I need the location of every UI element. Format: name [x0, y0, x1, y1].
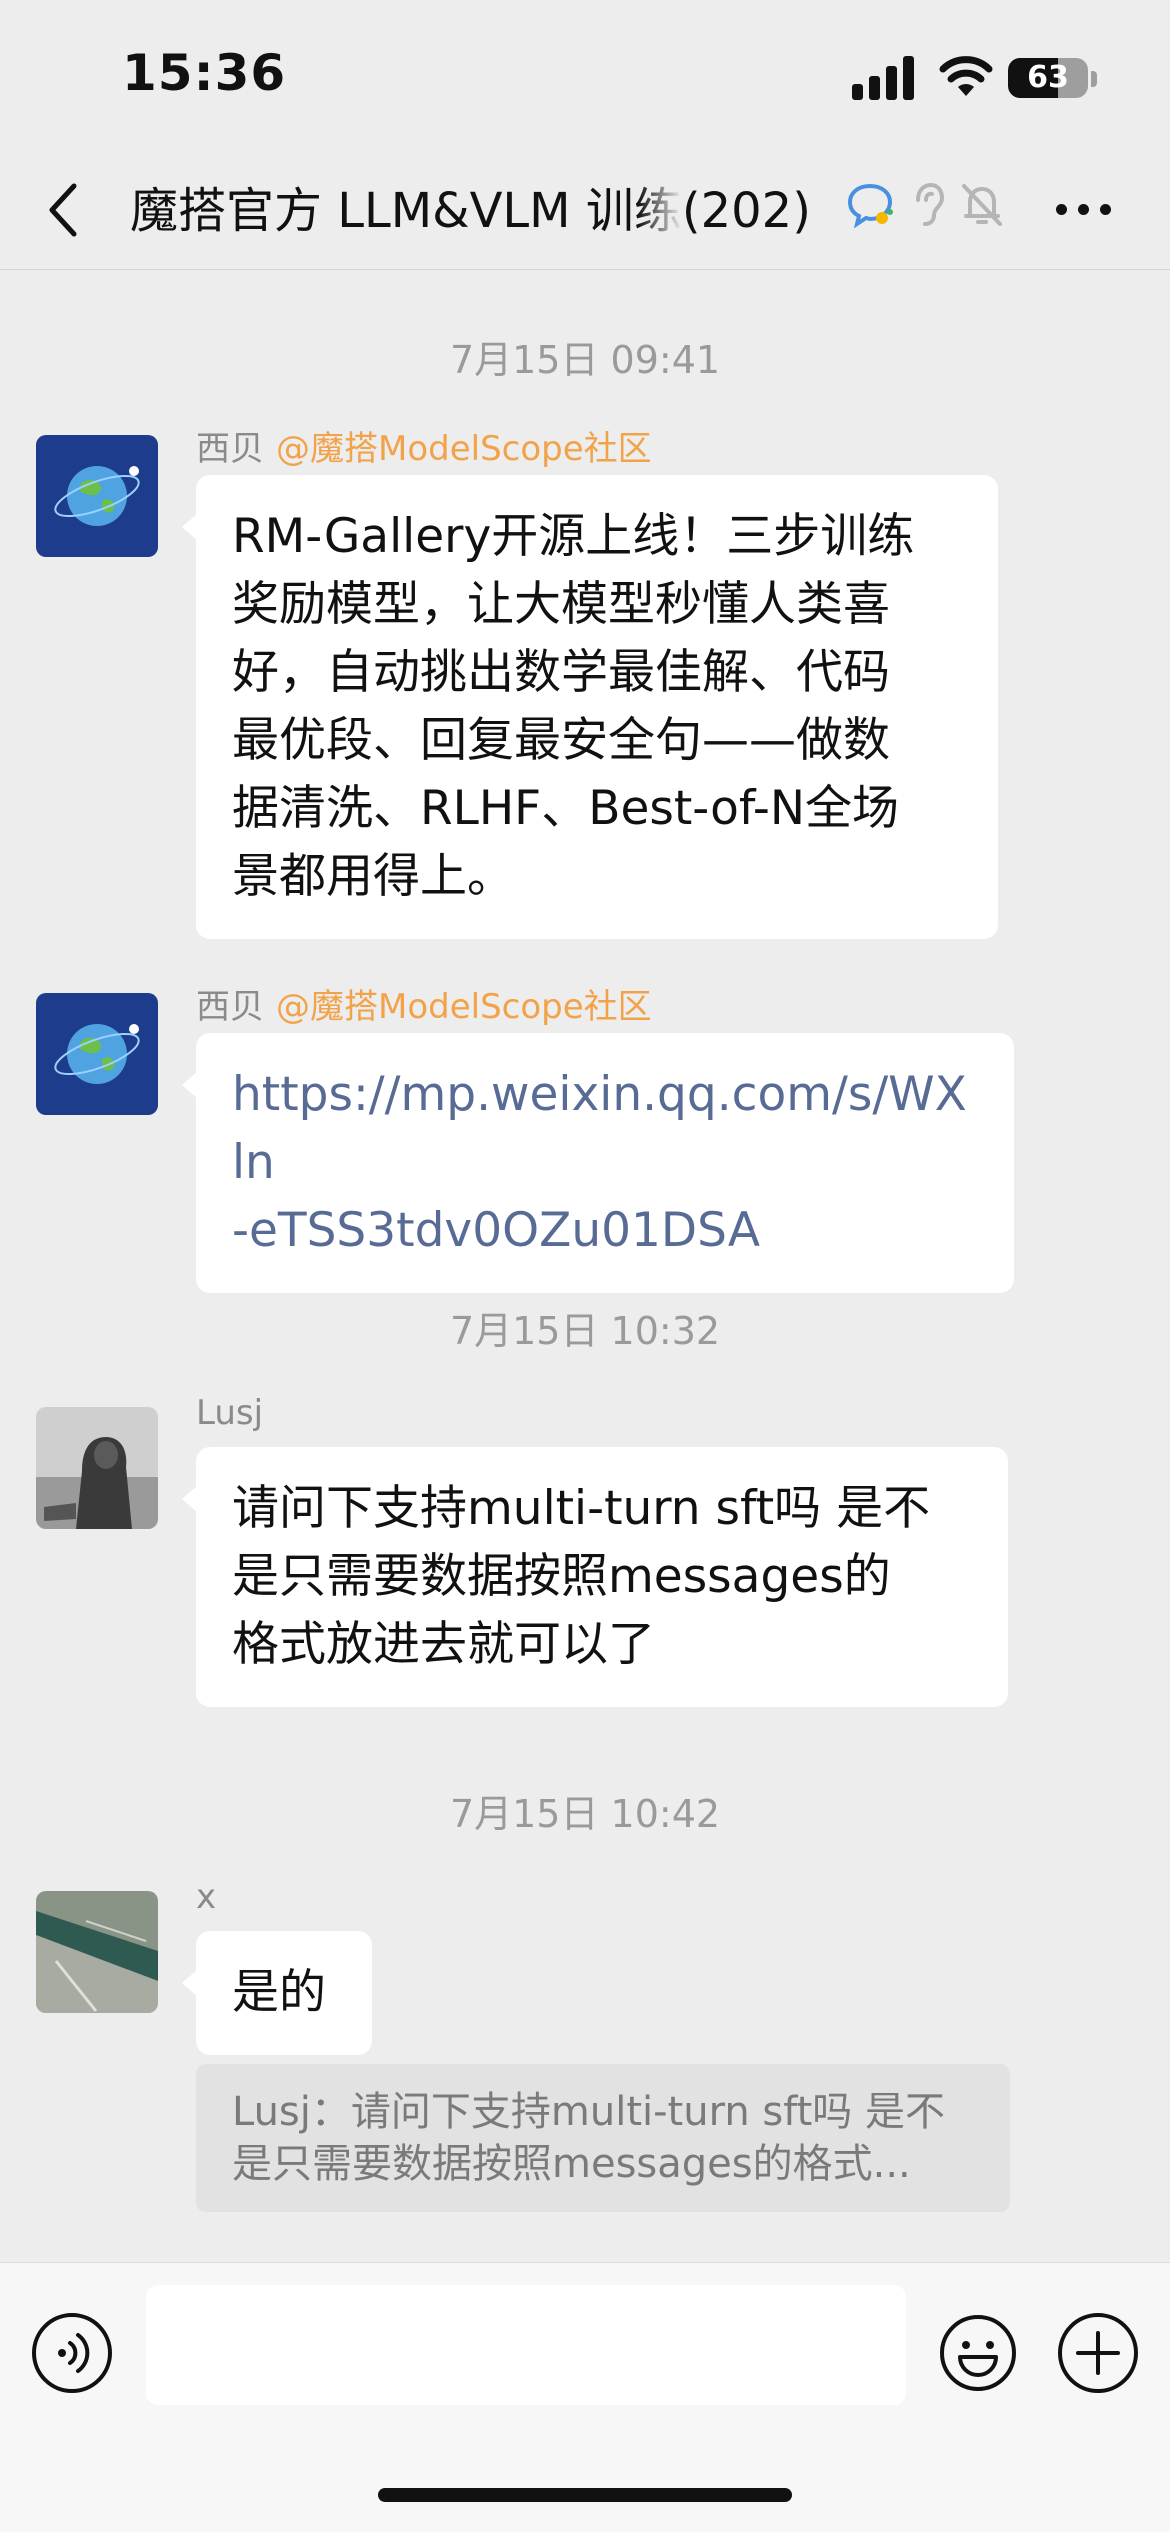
message-bubble[interactable]: 是的	[182, 1931, 372, 2055]
globe-avatar-icon	[36, 435, 158, 557]
message-line: 格式放进去就可以了	[232, 1617, 655, 1672]
battery-cap	[1091, 71, 1097, 87]
battery-icon: 63	[1008, 58, 1088, 98]
status-bar: 15:36 63	[0, 0, 1170, 150]
message-list[interactable]: 7月15日 09:41 西贝 @魔搭ModelScope社区 RM-Gallery…	[0, 271, 1170, 2261]
message-bubble[interactable]: 请问下支持multi-turn sft吗 是不 是只需要数据按照messages…	[182, 1447, 1008, 1707]
message-line: 景都用得上。	[232, 849, 514, 904]
status-time: 15:36	[122, 44, 287, 102]
home-indicator[interactable]	[378, 2488, 792, 2502]
message-line: 好，自动挑出数学最佳解、代码	[232, 645, 890, 700]
message-line: 请问下支持multi-turn sft吗 是不	[232, 1481, 931, 1536]
sender-mention: @魔搭ModelScope社区	[276, 987, 652, 1027]
message-line: 奖励模型，让大模型秒懂人类喜	[232, 577, 890, 632]
message-sender: 西贝 @魔搭ModelScope社区	[196, 979, 652, 1028]
message-timestamp: 7月15日 10:42	[449, 1792, 721, 1836]
chat-bubble-icon	[847, 183, 893, 229]
message-line: 是只需要数据按照messages的	[232, 1549, 891, 1604]
sender-name: 西贝	[196, 987, 264, 1027]
chat-screen: 15:36 63 魔搭官方 LLM&VLM 训练(202) 7月15日 09:4…	[0, 0, 1170, 2532]
emoji-button[interactable]	[938, 2313, 1018, 2393]
message-timestamp: 7月15日 10:32	[449, 1309, 721, 1353]
signal-icon	[852, 56, 916, 100]
back-icon[interactable]	[40, 178, 90, 242]
member-count: (202)	[681, 183, 811, 239]
quote-line: Lusj：请问下支持multi-turn sft吗 是不	[232, 2089, 946, 2135]
sender-name: 西贝	[196, 429, 264, 469]
message-line: 最优段、回复最安全句——做数	[232, 713, 890, 768]
message-input[interactable]	[146, 2285, 906, 2405]
aerial-photo-avatar-icon	[36, 1891, 158, 2013]
link-message-bubble[interactable]: https://mp.weixin.qq.com/s/WXln -eTSS3td…	[182, 1033, 1014, 1293]
sender-name: Lusj	[196, 1393, 264, 1433]
message-sender: x	[196, 1877, 216, 1917]
message-text: 是的	[232, 1965, 326, 2020]
nav-bar: 魔搭官方 LLM&VLM 训练(202)	[0, 150, 1170, 270]
sender-mention: @魔搭ModelScope社区	[276, 429, 652, 469]
message-line: 据清洗、RLHF、Best-of-N全场	[232, 781, 899, 836]
globe-avatar-icon	[36, 993, 158, 1115]
message-line: RM-Gallery开源上线！三步训练	[232, 509, 915, 564]
link-line: https://mp.weixin.qq.com/s/WXln	[232, 1067, 967, 1190]
message-timestamp: 7月15日 09:41	[449, 338, 721, 382]
more-options-button[interactable]	[1052, 188, 1116, 228]
link-line: -eTSS3tdv0OZu01DSA	[232, 1203, 760, 1258]
more-actions-button[interactable]	[1058, 2313, 1138, 2393]
avatar[interactable]	[36, 993, 158, 1115]
quoted-message[interactable]: Lusj：请问下支持multi-turn sft吗 是不 是只需要数据按照mes…	[196, 2064, 1010, 2212]
message-bubble[interactable]: RM-Gallery开源上线！三步训练 奖励模型，让大模型秒懂人类喜 好，自动挑…	[182, 475, 998, 939]
voice-input-button[interactable]	[32, 2313, 112, 2393]
mute-bell-icon	[962, 184, 1002, 226]
voice-icon	[58, 2333, 90, 2373]
ear-icon	[916, 182, 945, 226]
message-sender: 西贝 @魔搭ModelScope社区	[196, 421, 652, 470]
avatar[interactable]	[36, 1407, 158, 1529]
sender-name: x	[196, 1877, 217, 1917]
avatar[interactable]	[36, 1891, 158, 2013]
plus-icon	[1076, 2331, 1120, 2375]
battery-level: 63	[1027, 60, 1069, 95]
group-name: 魔搭官方 LLM&VLM 训练	[130, 183, 682, 239]
hooded-figure-avatar-icon	[36, 1407, 158, 1529]
quote-line: 是只需要数据按照messages的格式...	[232, 2141, 911, 2187]
chat-title[interactable]: 魔搭官方 LLM&VLM 训练(202)	[130, 176, 850, 246]
wifi-icon	[939, 56, 993, 96]
avatar[interactable]	[36, 435, 158, 557]
message-sender: Lusj	[196, 1393, 263, 1433]
